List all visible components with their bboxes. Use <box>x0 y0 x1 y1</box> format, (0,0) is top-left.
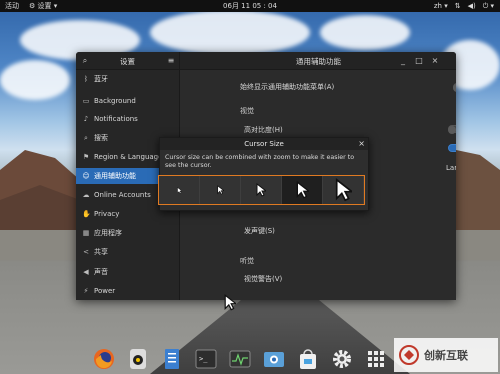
pointer-cursor-icon <box>216 185 224 195</box>
app-menu-button[interactable]: ⚙ 设置 ▾ <box>24 1 62 11</box>
gear-icon: ⚙ <box>29 2 36 10</box>
cloud <box>0 60 70 100</box>
close-icon[interactable]: × <box>358 138 365 150</box>
cursor-size-option-3[interactable] <box>241 176 282 204</box>
sidebar-item-sound[interactable]: ◀ 声音 <box>76 264 180 280</box>
sidebar-item-label: 蓝牙 <box>94 75 108 83</box>
settings-gear-icon[interactable] <box>328 345 356 373</box>
rhythmbox-icon[interactable] <box>124 345 152 373</box>
window-title: 通用辅助功能 <box>296 57 341 66</box>
top-bar: 活动 ⚙ 设置 ▾ 06月 11 05 : 04 zh ▾ ⇅ ◀) ⏻ ▾ <box>0 0 500 12</box>
hamburger-menu-icon[interactable]: ≡ <box>166 56 176 66</box>
bluetooth-icon: ᛒ <box>83 75 89 83</box>
screenshot-icon[interactable] <box>260 345 288 373</box>
high-contrast-label: 高对比度(H) <box>244 126 283 134</box>
dialog-title: Cursor Size <box>160 138 368 150</box>
always-show-menu-switch[interactable] <box>453 83 456 92</box>
speaker-icon: ◀ <box>83 268 89 276</box>
dialog-description: Cursor size can be combined with zoom to… <box>165 154 355 169</box>
dock: >_ <box>90 344 390 374</box>
cursor-size-option-4[interactable] <box>282 176 323 204</box>
high-contrast-switch[interactable] <box>448 125 456 134</box>
larger-text-label-partial: Larger <box>446 164 456 172</box>
terminal-icon[interactable]: >_ <box>192 345 220 373</box>
sidebar-item-label: 搜索 <box>94 134 108 142</box>
cloud <box>150 10 310 55</box>
maximize-icon[interactable]: □ <box>414 56 424 66</box>
chevron-down-icon: ▾ <box>53 2 58 10</box>
title-bar: ⌕ 设置 ≡ 通用辅助功能 _ □ × <box>76 52 456 70</box>
sidebar-header: ⌕ 设置 ≡ <box>76 52 180 70</box>
share-icon: < <box>83 248 89 256</box>
power-menu-icon[interactable]: ⏻ ▾ <box>483 2 494 11</box>
libreoffice-writer-icon[interactable] <box>158 345 186 373</box>
sidebar-title: 设置 <box>120 57 135 66</box>
watermark-logo-icon <box>399 345 419 365</box>
search-icon[interactable]: ⌕ <box>80 56 90 66</box>
always-show-menu-label: 始终显示通用辅助功能菜单(A) <box>240 83 335 91</box>
minimize-icon[interactable]: _ <box>398 56 408 66</box>
grid-icon: ▦ <box>82 229 90 237</box>
sidebar-item-label: Notifications <box>94 115 138 123</box>
bell-icon: ♪ <box>83 115 89 123</box>
cursor-size-option-1[interactable] <box>159 176 200 204</box>
activities-button[interactable]: 活动 <box>0 1 24 11</box>
sidebar-item-applications[interactable]: ▦ 应用程序 <box>76 225 180 241</box>
search-icon: ⌕ <box>84 134 88 142</box>
software-icon[interactable] <box>294 345 322 373</box>
sidebar-item-label: 应用程序 <box>94 229 122 237</box>
watermark-text: 创新互联 <box>424 349 468 362</box>
sidebar-item-label: Power <box>94 287 116 295</box>
sidebar-item-label: 共享 <box>94 248 108 256</box>
flag-icon: ⚑ <box>82 153 90 161</box>
cursor-size-option-5[interactable] <box>323 176 364 204</box>
image-icon: ▭ <box>82 97 90 105</box>
sidebar-item-label: 声音 <box>94 268 108 276</box>
watermark: 创新互联 <box>394 338 498 372</box>
mouse-pointer-icon <box>224 294 236 311</box>
vision-heading: 视觉 <box>240 107 254 115</box>
sound-keys-label: 发声键(S) <box>244 227 275 235</box>
network-icon[interactable]: ⇅ <box>455 2 461 10</box>
larger-text-switch[interactable] <box>448 144 456 152</box>
visual-alerts-label: 视觉警告(V) <box>244 275 283 283</box>
sidebar-item-label: Region & Language <box>94 153 163 161</box>
sidebar-item-notifications[interactable]: ♪ Notifications <box>76 111 180 127</box>
svg-text:>_: >_ <box>199 355 208 363</box>
cursor-size-options <box>158 175 365 205</box>
clock[interactable]: 06月 11 05 : 04 <box>218 1 282 11</box>
firefox-icon[interactable] <box>90 345 118 373</box>
sidebar-item-power[interactable]: ⚡ Power <box>76 283 180 299</box>
sidebar-item-bluetooth[interactable]: ᛒ 蓝牙 <box>76 71 180 87</box>
accessibility-icon: ☺ <box>82 172 90 180</box>
volume-icon[interactable]: ◀) <box>468 2 476 10</box>
pointer-cursor-icon <box>176 186 182 194</box>
language-label: zh <box>433 2 442 10</box>
sidebar-item-label: Privacy <box>94 210 120 218</box>
sidebar-item-label: 通用辅助功能 <box>94 172 136 180</box>
power-icon: ⚡ <box>83 287 89 295</box>
system-monitor-icon[interactable] <box>226 345 254 373</box>
sidebar-item-label: Online Accounts <box>94 191 151 199</box>
hand-icon: ✋ <box>82 210 91 218</box>
sidebar-item-label: Background <box>94 97 136 105</box>
cloud-icon: ☁ <box>82 191 90 199</box>
pointer-cursor-icon <box>335 178 352 202</box>
cloud <box>320 15 410 50</box>
hearing-heading: 听觉 <box>240 257 254 265</box>
app-menu-label: 设置 <box>37 2 52 10</box>
pointer-cursor-icon <box>296 181 309 199</box>
language-indicator[interactable]: zh ▾ <box>434 2 448 10</box>
pointer-cursor-icon <box>256 183 266 197</box>
close-icon[interactable]: × <box>430 56 440 66</box>
app-grid-icon[interactable] <box>362 345 390 373</box>
sidebar-item-background[interactable]: ▭ Background <box>76 93 180 109</box>
cursor-size-option-2[interactable] <box>200 176 241 204</box>
sidebar-item-sharing[interactable]: < 共享 <box>76 244 180 260</box>
